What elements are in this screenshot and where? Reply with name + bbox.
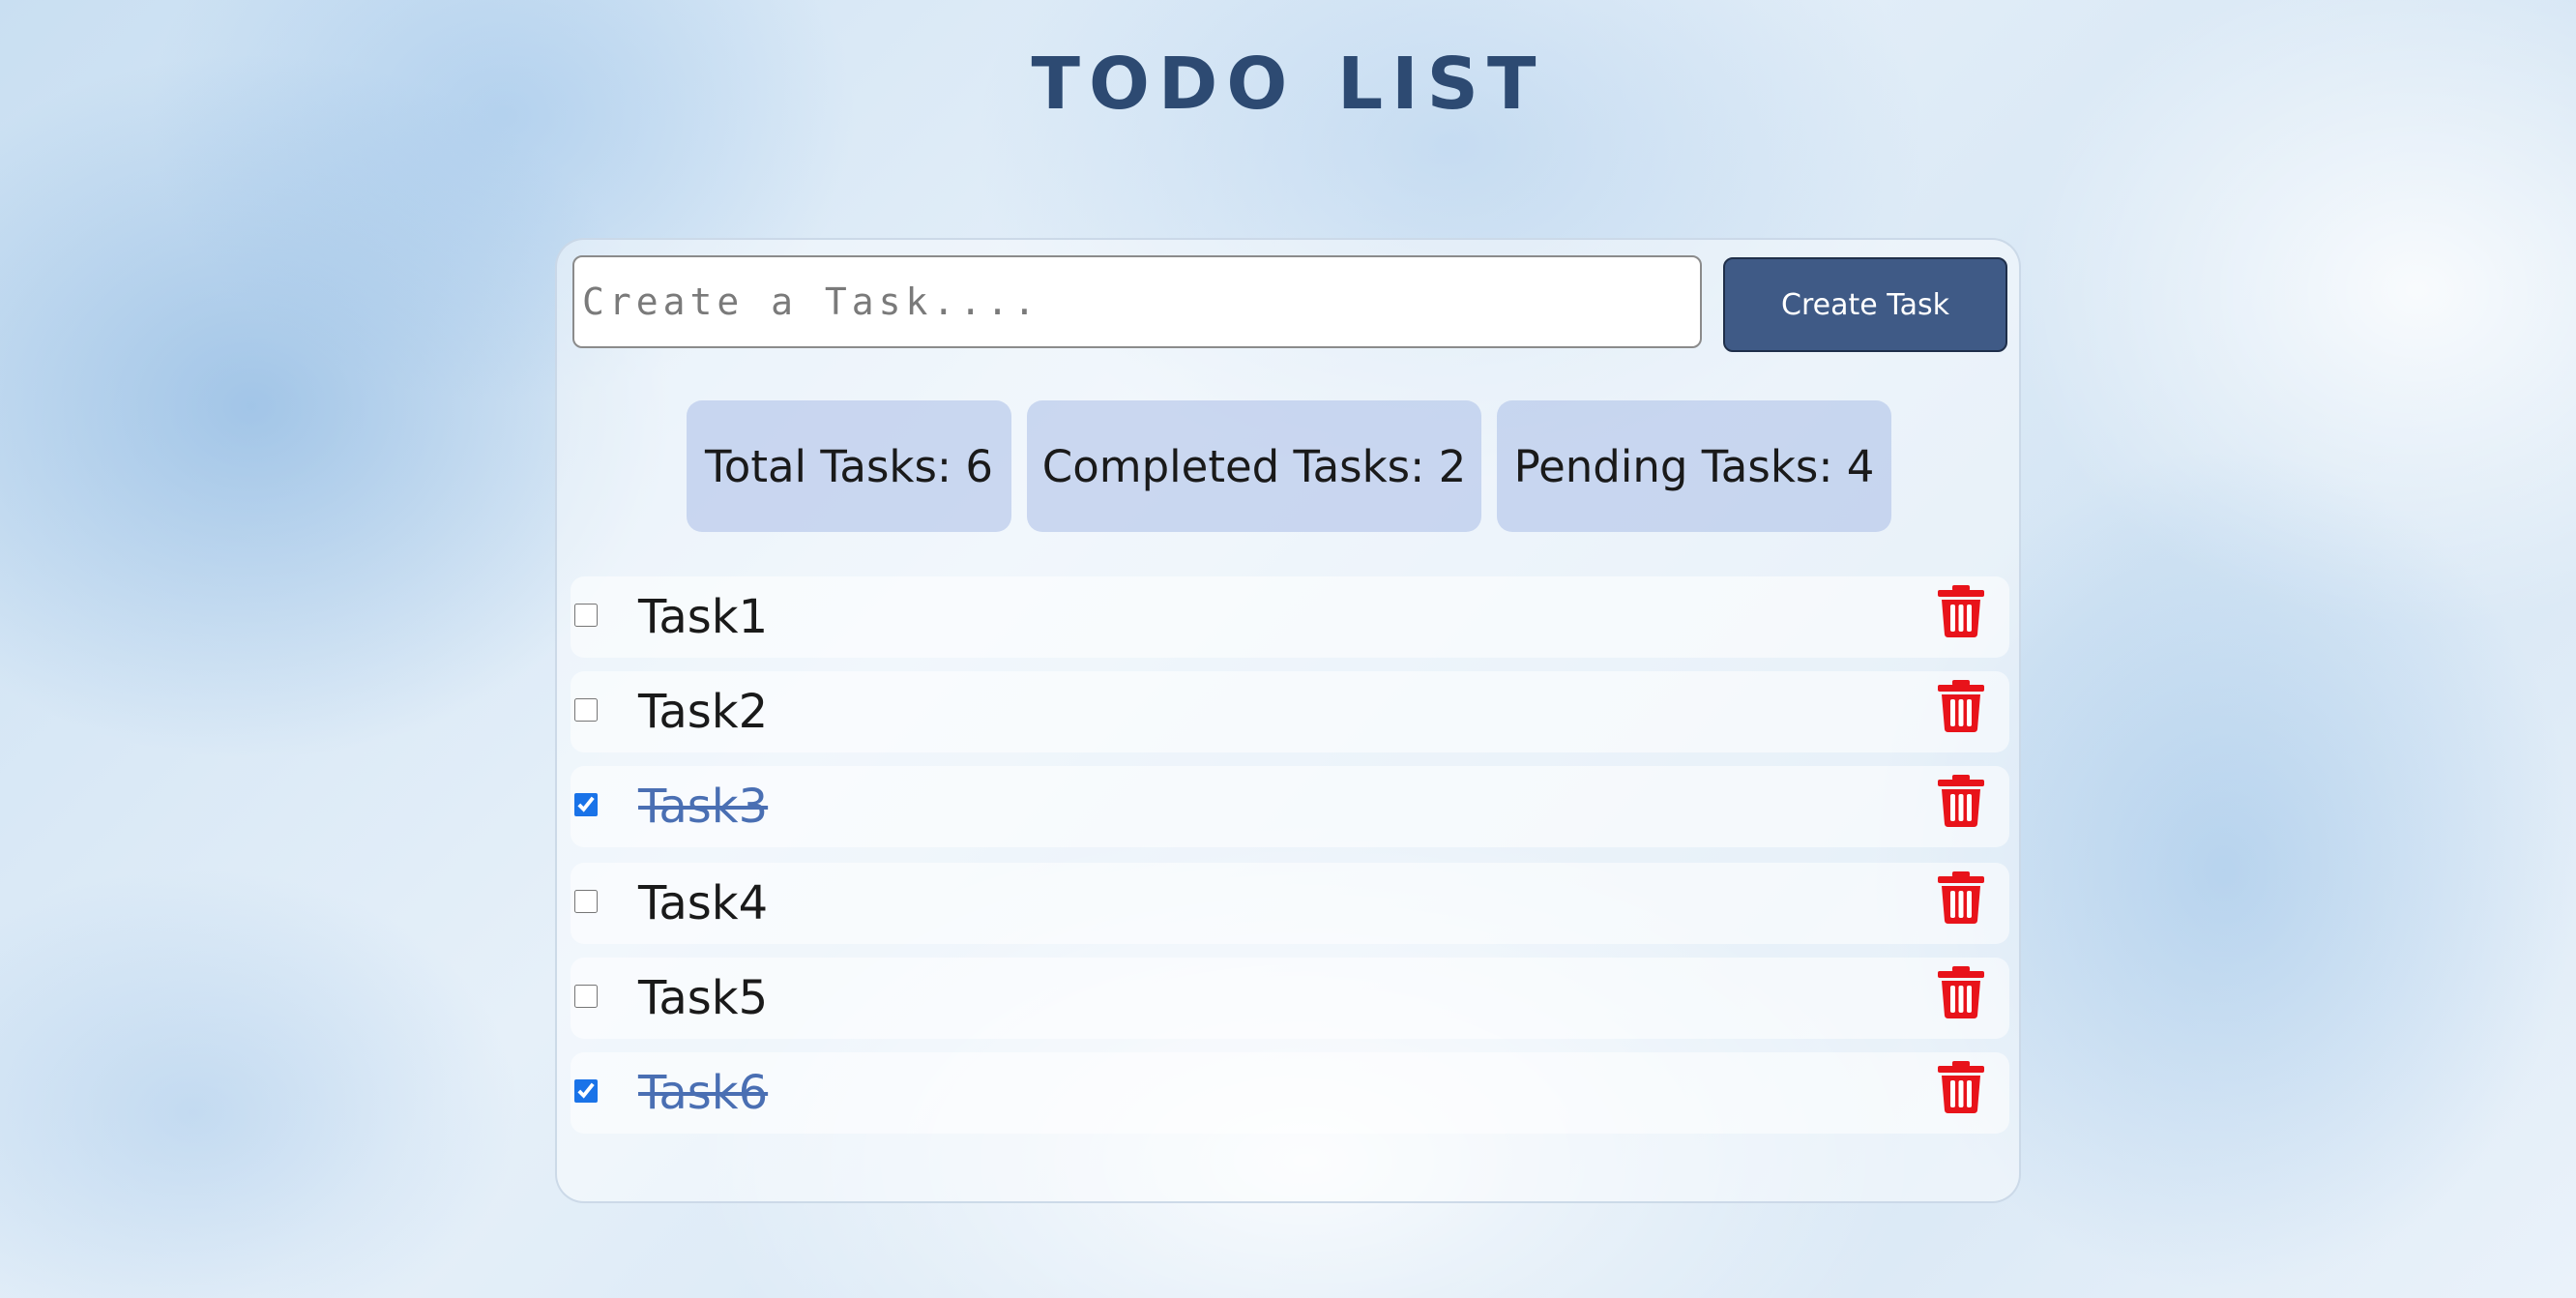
trash-icon — [1938, 775, 1984, 827]
trash-icon — [1938, 680, 1984, 732]
task-row: Task3 — [571, 766, 2009, 847]
task-label: Task5 — [638, 971, 769, 1025]
delete-task-button[interactable] — [1936, 584, 1986, 638]
task-checkbox[interactable] — [574, 985, 598, 1008]
task-row: Task2 — [571, 671, 2009, 752]
task-label: Task3 — [638, 780, 769, 834]
task-label: Task4 — [638, 876, 769, 930]
delete-task-button[interactable] — [1936, 1060, 1986, 1114]
task-row: Task4 — [571, 863, 2009, 944]
pending-tasks-stat: Pending Tasks: 4 — [1497, 400, 1891, 532]
trash-icon — [1938, 1061, 1984, 1113]
total-tasks-stat: Total Tasks: 6 — [687, 400, 1011, 532]
task-label: Task2 — [638, 685, 769, 739]
task-checkbox[interactable] — [574, 698, 598, 722]
delete-task-button[interactable] — [1936, 870, 1986, 925]
task-label: Task1 — [638, 590, 769, 644]
delete-task-button[interactable] — [1936, 774, 1986, 828]
page-title: TODO LIST — [1031, 43, 1545, 126]
task-checkbox[interactable] — [574, 1079, 598, 1103]
delete-task-button[interactable] — [1936, 679, 1986, 733]
create-task-button[interactable]: Create Task — [1723, 257, 2007, 352]
trash-icon — [1938, 585, 1984, 637]
trash-icon — [1938, 871, 1984, 924]
delete-task-button[interactable] — [1936, 965, 1986, 1019]
task-checkbox[interactable] — [574, 604, 598, 627]
task-row: Task6 — [571, 1052, 2009, 1134]
task-checkbox[interactable] — [574, 890, 598, 913]
completed-tasks-stat: Completed Tasks: 2 — [1027, 400, 1481, 532]
task-label: Task6 — [638, 1066, 769, 1120]
task-checkbox[interactable] — [574, 793, 598, 816]
task-row: Task1 — [571, 576, 2009, 658]
trash-icon — [1938, 966, 1984, 1018]
task-input[interactable] — [572, 255, 1702, 348]
todo-card: Create Task Total Tasks: 6 Completed Tas… — [555, 238, 2021, 1203]
task-row: Task5 — [571, 958, 2009, 1039]
